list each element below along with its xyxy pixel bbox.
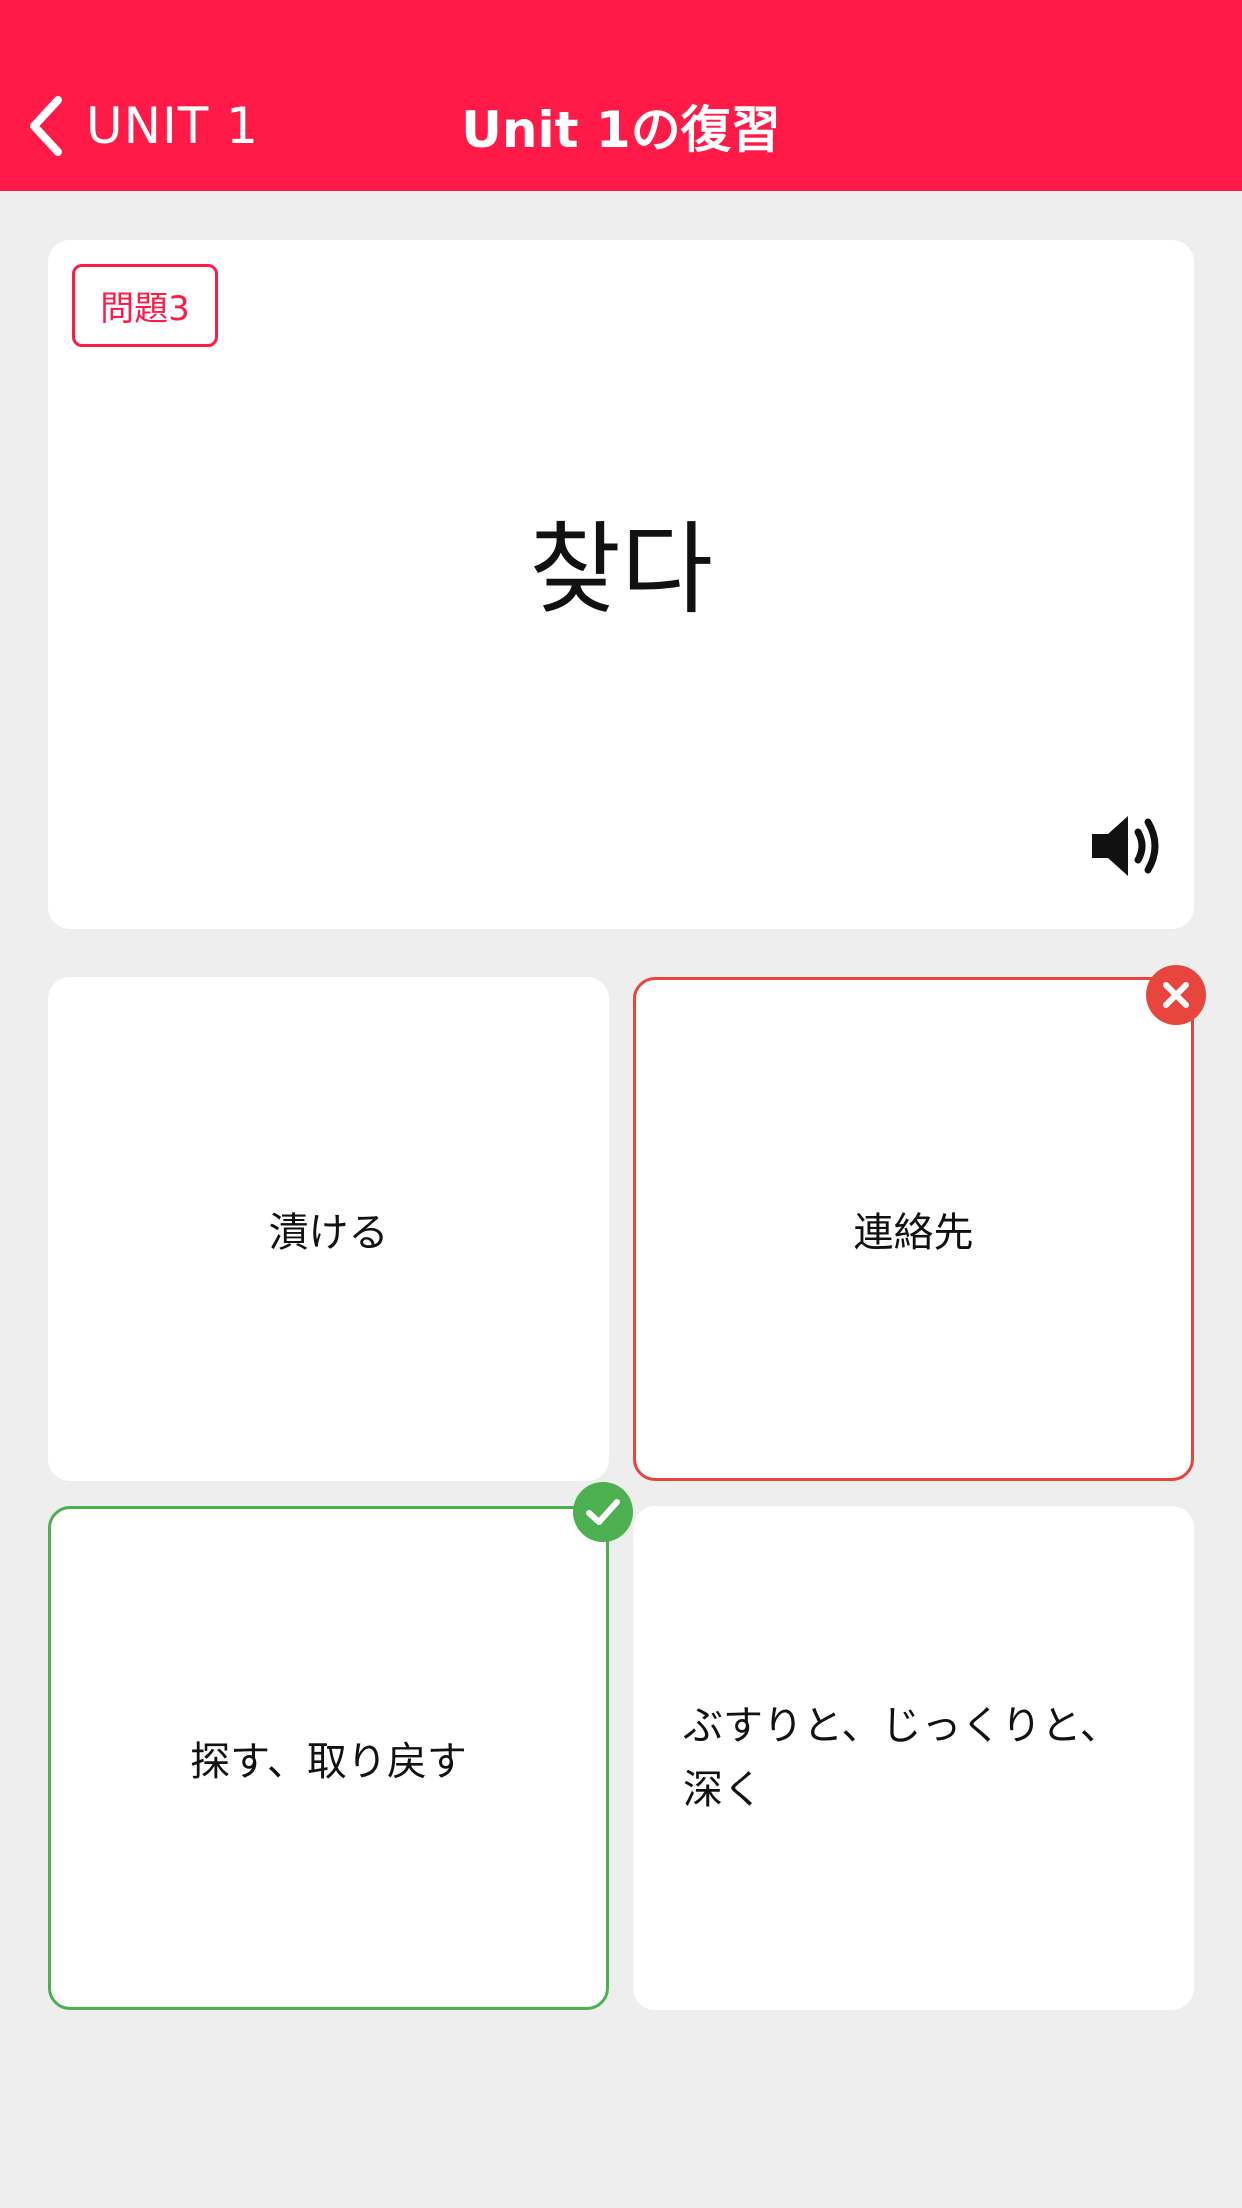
page-title: Unit 1の復習 bbox=[461, 101, 781, 159]
question-word: 찾다 bbox=[529, 511, 713, 628]
choice-option-3[interactable]: 探す、取り戻す bbox=[48, 1506, 609, 2010]
choice-label: 漬ける bbox=[268, 1210, 389, 1256]
choice-label: ぶすりと、じっくりと、深く bbox=[683, 1703, 1120, 1813]
choice-label: 連絡先 bbox=[853, 1210, 974, 1256]
app-header: UNIT 1 Unit 1の復習 bbox=[0, 0, 1242, 191]
choice-label: 探す、取り戻す bbox=[190, 1739, 467, 1785]
choice-option-1[interactable]: 漬ける bbox=[48, 977, 609, 1481]
speaker-icon[interactable] bbox=[1088, 810, 1168, 882]
question-card: 問題3 찾다 bbox=[48, 240, 1194, 929]
correct-check-icon bbox=[573, 1482, 633, 1542]
wrong-mark-icon bbox=[1146, 965, 1206, 1025]
choice-option-4[interactable]: ぶすりと、じっくりと、深く bbox=[633, 1506, 1194, 2010]
choice-option-2[interactable]: 連絡先 bbox=[633, 977, 1194, 1481]
question-number-badge: 問題3 bbox=[72, 264, 218, 347]
